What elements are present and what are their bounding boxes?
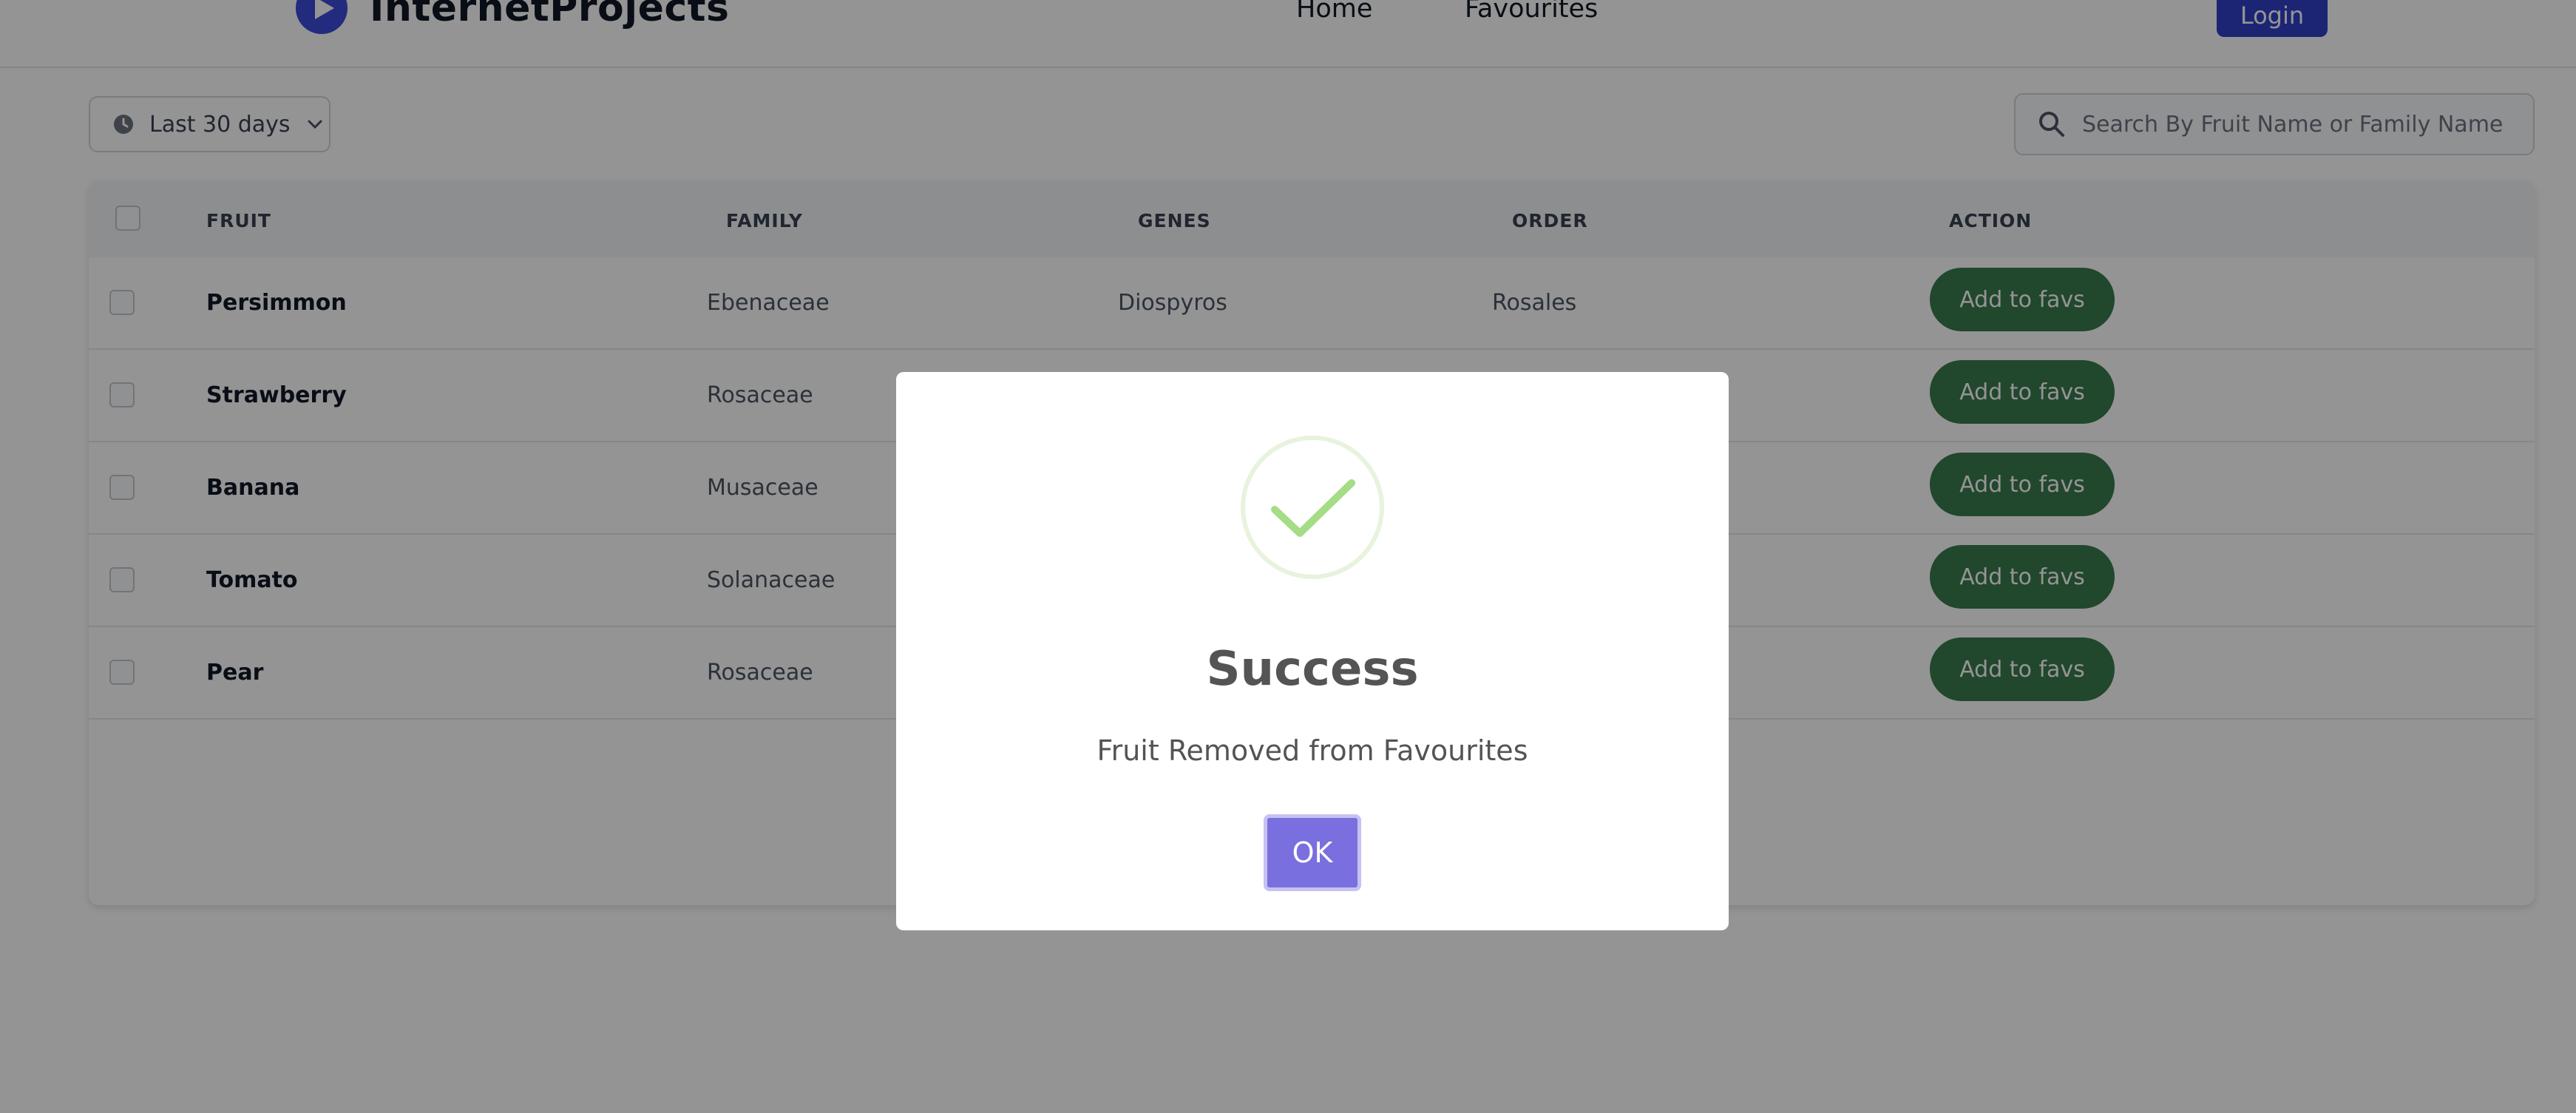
app-root: InternetProjects Home Favourites Login L… <box>0 0 2576 1113</box>
success-dialog: Success Fruit Removed from Favourites OK <box>896 372 1729 930</box>
dialog-title: Success <box>1206 642 1419 697</box>
ok-button[interactable]: OK <box>1264 814 1361 891</box>
dialog-message: Fruit Removed from Favourites <box>1097 734 1528 767</box>
success-check-icon <box>1241 436 1384 579</box>
